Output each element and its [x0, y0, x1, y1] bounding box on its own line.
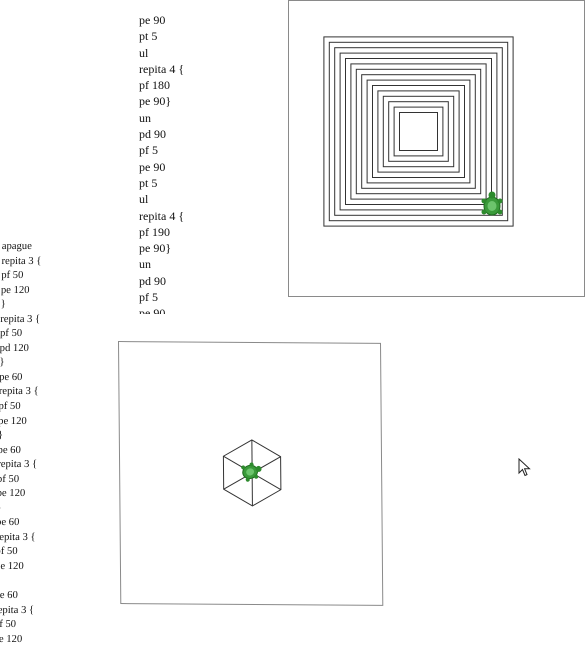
code-line: pf 50: [0, 328, 23, 340]
code-line: pf 190: [139, 224, 170, 239]
code-line: }: [0, 430, 4, 442]
spiral-square: [393, 106, 444, 157]
code-line: pe 60: [0, 444, 21, 456]
code-line: pe 60: [0, 517, 20, 529]
code-line: }: [0, 299, 6, 311]
code-line: pe 120: [0, 561, 24, 573]
code-editor-left[interactable]: apague repita 3 { pf 50 pe 120} repita 3 { pf…: [0, 240, 92, 650]
code-line: }: [0, 575, 85, 590]
code-line: pd 120: [0, 342, 29, 354]
spiral-square: [372, 85, 465, 178]
code-line: pe 120: [0, 284, 30, 296]
code-line: pe 90}: [139, 94, 172, 109]
spiral-square: [323, 36, 514, 227]
spiral-square: [377, 90, 460, 173]
code-line: repita 3 {: [0, 531, 36, 543]
code-line: un: [139, 257, 151, 272]
code-line: pe 120: [0, 633, 23, 645]
code-line: }: [0, 357, 5, 369]
code-line: pd 90: [139, 127, 166, 142]
code-line: repita 3 {: [0, 313, 41, 325]
code-line: pe 90: [139, 159, 166, 174]
code-line: pf 5: [139, 143, 158, 158]
code-line: repita 3 {: [0, 386, 39, 398]
code-line: apague: [1, 241, 32, 252]
spiral-square: [350, 63, 487, 200]
code-line: repita 3 {: [0, 459, 38, 471]
square-spiral-drawing: [323, 36, 514, 227]
code-line: ul: [139, 45, 149, 60]
spiral-square: [334, 47, 503, 216]
mouse-pointer-icon: [518, 458, 531, 477]
spiral-square: [355, 68, 482, 195]
code-line: un: [139, 110, 151, 125]
code-line: pe 90: [139, 306, 166, 314]
code-line: pe 60: [0, 590, 18, 602]
code-line: pe 90}: [139, 241, 172, 256]
code-line: repita 3 {: [0, 604, 35, 616]
hexagon-drawing: [222, 439, 282, 507]
code-line: pf 50: [1, 270, 24, 282]
code-line: pf 50: [0, 619, 17, 631]
code-editor-top[interactable]: pe 90 pt 5 ul repita 4 {pf 180 pe 90} un pd 90…: [139, 12, 279, 314]
code-line: pe 60: [0, 371, 23, 383]
code-line: ul: [139, 192, 149, 207]
turtle-icon: [481, 191, 503, 216]
code-line: pt 5: [139, 29, 158, 44]
turtle-canvas-top: [288, 0, 585, 297]
code-line: pe 120: [0, 488, 26, 500]
code-line: repita 3 {: [1, 255, 42, 267]
code-line: repita 4 {: [139, 208, 185, 223]
code-line: pt 5: [139, 175, 158, 190]
spiral-square: [388, 101, 449, 162]
code-line: pe 90: [139, 13, 166, 27]
code-line: repita 4 {: [139, 61, 185, 76]
code-line: pe 120: [0, 415, 27, 427]
code-line: pf 50: [0, 546, 18, 558]
code-line: pf 180: [139, 78, 170, 93]
code-line: pd 90: [139, 273, 166, 288]
spiral-square: [361, 74, 476, 189]
code-line: pf 50: [0, 401, 21, 413]
spiral-square: [366, 79, 471, 184]
turtle-canvas-bottom: [118, 341, 384, 606]
spiral-square: [339, 52, 498, 211]
spiral-square: [399, 112, 438, 151]
code-line: pf 50: [0, 473, 20, 485]
code-line: }: [0, 502, 87, 517]
code-line: pf 5: [139, 290, 158, 305]
